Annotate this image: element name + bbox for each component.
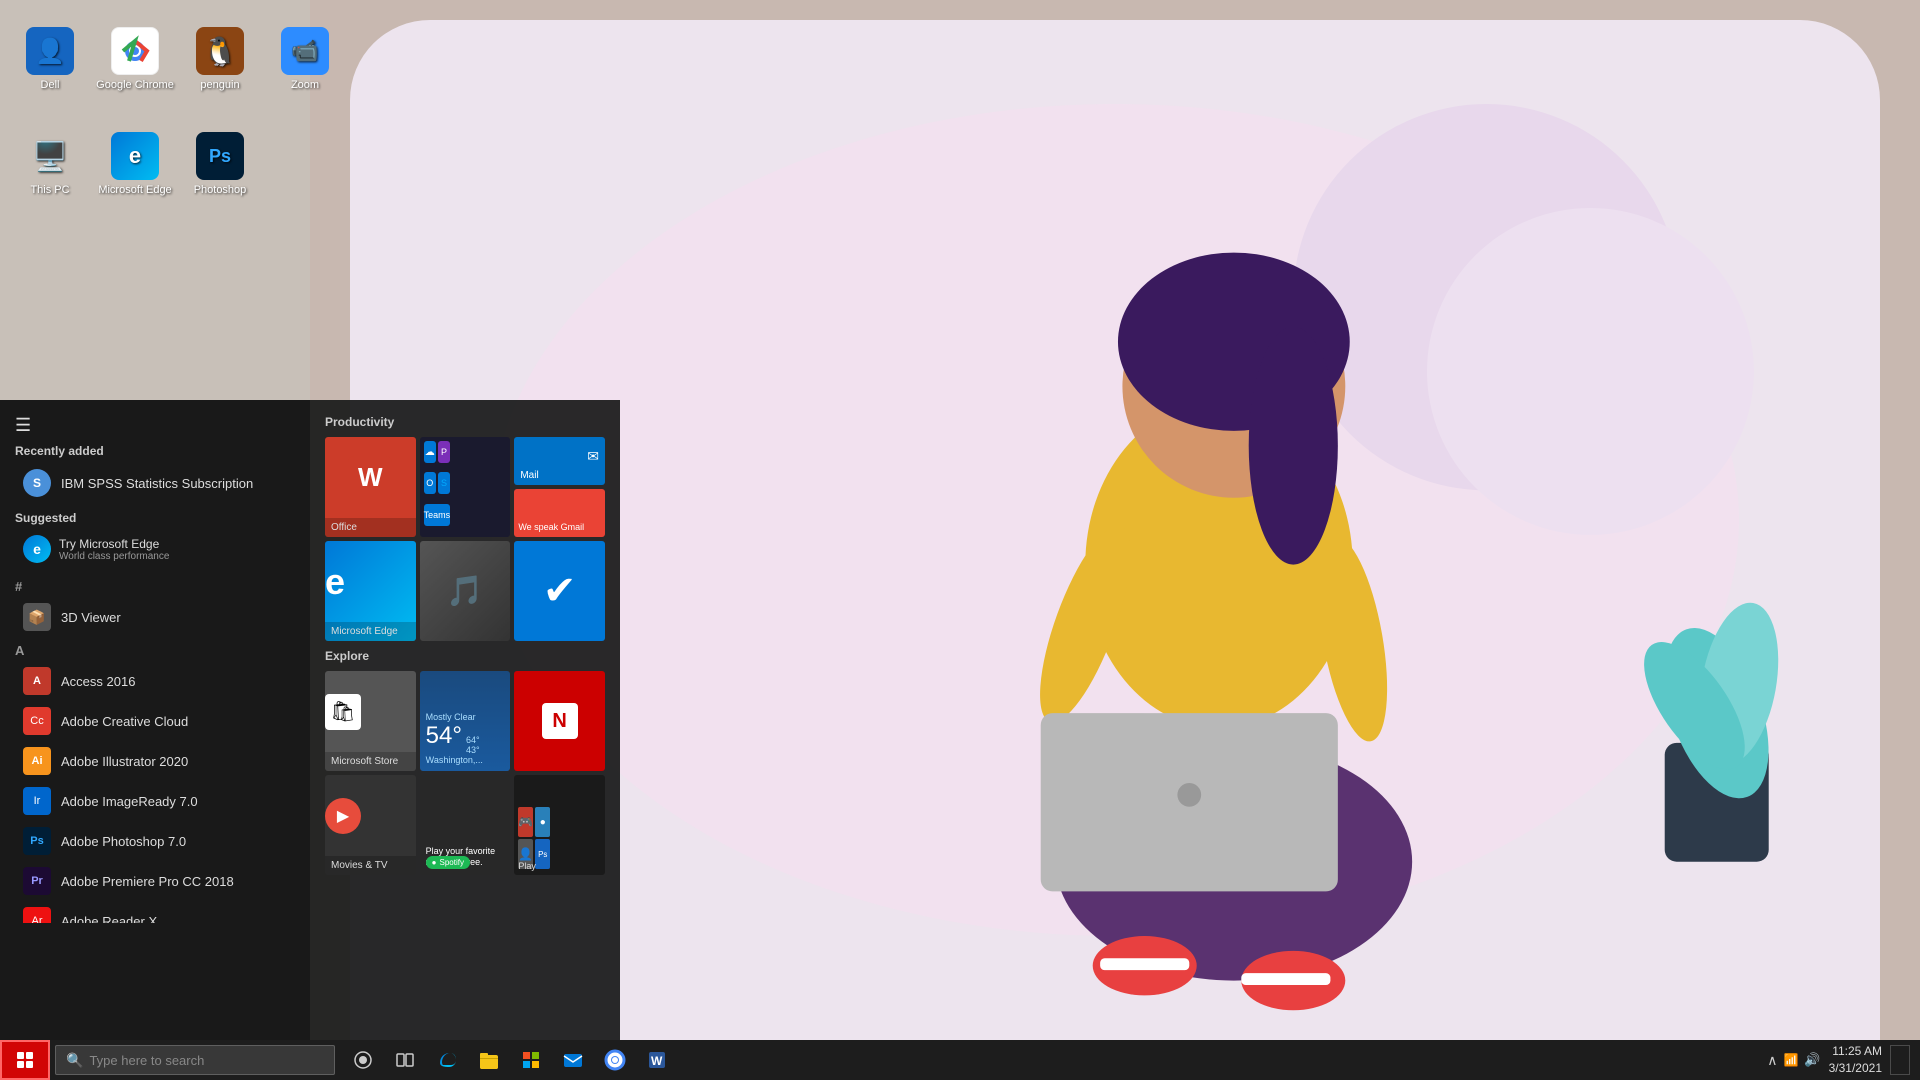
desktop-icon-penguin[interactable]: 🐧 penguin	[180, 10, 260, 110]
tile-play[interactable]: 🎮 ● 👤 Ps Play	[514, 775, 605, 875]
start-menu-header: ☰	[0, 400, 310, 444]
productivity-title: Productivity	[325, 415, 605, 429]
hamburger-icon[interactable]: ☰	[15, 415, 31, 436]
taskbar: 🔍	[0, 1040, 1920, 1080]
start-button[interactable]	[0, 1040, 50, 1080]
app-adobe-premiere[interactable]: Pr Adobe Premiere Pro CC 2018	[15, 861, 295, 901]
desktop-icons: 👤 Dell Google Chrome 🐧 penguin 📹 Zoom �	[10, 10, 345, 215]
svg-text:W: W	[651, 1054, 663, 1068]
windows-logo-icon	[17, 1052, 33, 1068]
taskbar-file-explorer[interactable]	[469, 1040, 509, 1080]
taskbar-edge[interactable]	[427, 1040, 467, 1080]
desktop: 👤 Dell Google Chrome 🐧 penguin 📹 Zoom �	[0, 0, 1920, 1080]
start-menu: ☰ Recently added S IBM SPSS Statistics S…	[0, 400, 620, 1040]
recently-added-section: Recently added S IBM SPSS Statistics Sub…	[0, 444, 310, 511]
system-tray: ∧ 📶 🔊	[1767, 1052, 1820, 1069]
alpha-divider-a[interactable]: A	[15, 637, 295, 661]
tile-office[interactable]: W Office	[325, 437, 416, 537]
taskbar-word[interactable]: W	[637, 1040, 677, 1080]
tray-expand-icon[interactable]: ∧	[1767, 1052, 1777, 1069]
clock-date: 3/31/2021	[1829, 1060, 1882, 1077]
app-adobe-cc[interactable]: Cc Adobe Creative Cloud	[15, 701, 295, 741]
desktop-icon-chrome[interactable]: Google Chrome	[95, 10, 175, 110]
app-ibm-spss[interactable]: S IBM SPSS Statistics Subscription	[15, 463, 295, 503]
app-access[interactable]: A Access 2016	[15, 661, 295, 701]
taskbar-microsoft-store[interactable]	[511, 1040, 551, 1080]
app-adobe-photoshop[interactable]: Ps Adobe Photoshop 7.0	[15, 821, 295, 861]
tile-mail[interactable]: Mail ✉	[514, 437, 605, 485]
taskbar-chrome[interactable]	[595, 1040, 635, 1080]
taskbar-right: ∧ 📶 🔊 11:25 AM 3/31/2021	[1767, 1043, 1920, 1077]
desktop-icon-photoshop[interactable]: Ps Photoshop	[180, 115, 260, 215]
tile-microsoft-edge[interactable]: e Microsoft Edge	[325, 541, 416, 641]
tile-check[interactable]: ✔	[514, 541, 605, 641]
tile-weather[interactable]: Mostly Clear 54° 64° 43° Washington,...	[420, 671, 511, 771]
tray-volume-icon[interactable]: 🔊	[1804, 1052, 1820, 1068]
desktop-icon-zoom[interactable]: 📹 Zoom	[265, 10, 345, 110]
app-3d-viewer[interactable]: 📦 3D Viewer	[15, 597, 295, 637]
desktop-icon-dell[interactable]: 👤 Dell	[10, 10, 90, 110]
tile-news[interactable]: N	[514, 671, 605, 771]
tile-365-apps[interactable]: ☁ P O S Teams	[420, 437, 511, 537]
app-adobe-illustrator[interactable]: Ai Adobe Illustrator 2020	[15, 741, 295, 781]
taskbar-task-view[interactable]	[343, 1040, 383, 1080]
tile-we-speak-gmail[interactable]: We speak Gmail	[514, 489, 605, 537]
msstore-label: Microsoft Store	[325, 752, 416, 771]
tile-photo[interactable]: 🎵	[420, 541, 511, 641]
clock-time: 11:25 AM	[1829, 1043, 1882, 1060]
taskbar-multitask[interactable]	[385, 1040, 425, 1080]
search-input[interactable]	[89, 1053, 324, 1068]
explore-title: Explore	[325, 649, 605, 663]
tile-movies[interactable]: ▶ Movies & TV	[325, 775, 416, 875]
tile-spotify[interactable]: Play your favorite music for free. ●Spot…	[420, 775, 511, 875]
taskbar-mail[interactable]	[553, 1040, 593, 1080]
suggested-section: Suggested e Try Microsoft Edge World cla…	[0, 511, 310, 573]
alpha-divider-hash[interactable]: #	[15, 573, 295, 597]
suggested-title: Suggested	[15, 511, 295, 525]
desktop-icon-this-pc[interactable]: 🖥️ This PC	[10, 115, 90, 215]
notification-panel-button[interactable]	[1890, 1045, 1910, 1075]
app-adobe-reader[interactable]: Ar Adobe Reader X	[15, 901, 295, 923]
app-adobe-imageready[interactable]: Ir Adobe ImageReady 7.0	[15, 781, 295, 821]
recently-added-title: Recently added	[15, 444, 295, 458]
desktop-icon-edge[interactable]: e Microsoft Edge	[95, 115, 175, 215]
edge-suggestion[interactable]: e Try Microsoft Edge World class perform…	[15, 530, 295, 568]
tray-network-icon[interactable]: 📶	[1783, 1053, 1798, 1067]
search-icon: 🔍	[66, 1052, 83, 1069]
app-list: # 📦 3D Viewer A A Access 2016 Cc	[0, 573, 310, 923]
search-bar[interactable]: 🔍	[55, 1045, 335, 1075]
start-menu-tiles: Productivity W Office ☁	[310, 400, 620, 1040]
clock[interactable]: 11:25 AM 3/31/2021	[1829, 1043, 1882, 1077]
tile-microsoft-store[interactable]: 🛍 Microsoft Store	[325, 671, 416, 771]
taskbar-pinned-apps: W	[343, 1040, 677, 1080]
edge-suggestion-icon: e	[23, 535, 51, 563]
start-menu-left-panel: ☰ Recently added S IBM SPSS Statistics S…	[0, 400, 310, 1040]
